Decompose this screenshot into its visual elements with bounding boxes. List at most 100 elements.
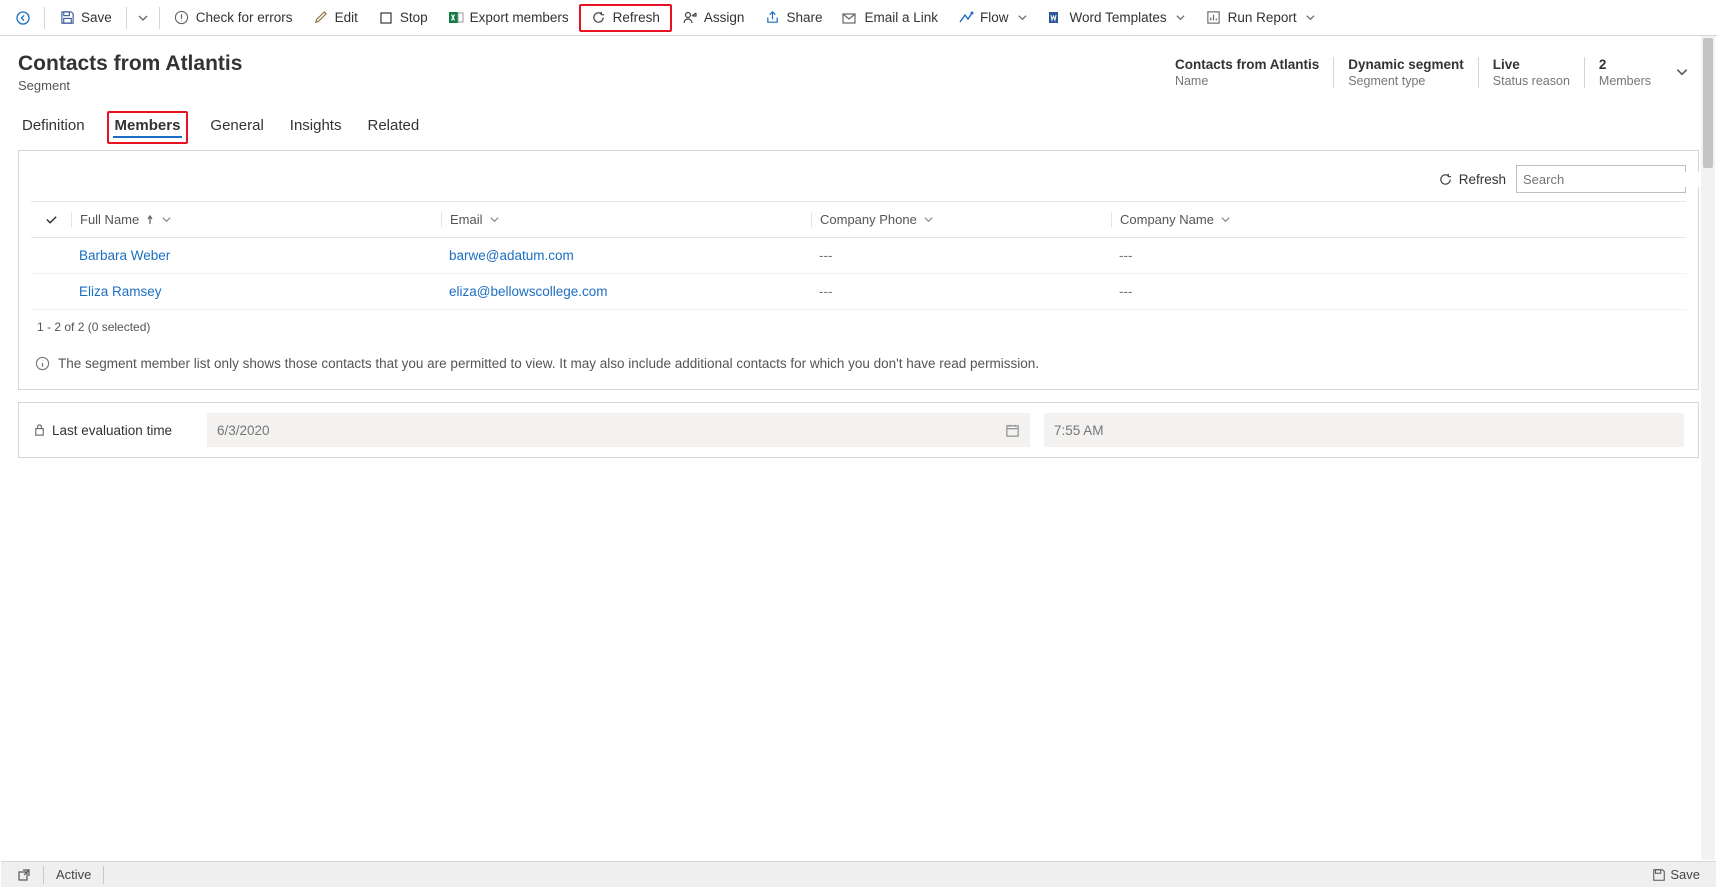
eval-label: Last evaluation time	[52, 423, 172, 438]
header-facts: Contacts from Atlantis Name Dynamic segm…	[1161, 57, 1699, 88]
back-button[interactable]	[6, 7, 40, 29]
evaluation-panel: Last evaluation time 6/3/2020 7:55 AM	[18, 402, 1699, 458]
eval-row: Last evaluation time 6/3/2020 7:55 AM	[33, 413, 1684, 447]
chevron-down-icon	[137, 12, 149, 24]
scrollbar-thumb[interactable]	[1703, 38, 1713, 168]
chevron-down-icon[interactable]	[489, 214, 500, 225]
fact-members: 2 Members	[1584, 57, 1665, 88]
panel-toolbar: Refresh	[31, 165, 1686, 193]
flow-icon	[958, 10, 974, 26]
sort-asc-icon	[145, 214, 155, 226]
fact-status: Live Status reason	[1478, 57, 1584, 88]
save-icon	[59, 10, 75, 26]
col-email[interactable]: Email	[441, 212, 811, 227]
save-icon	[1652, 868, 1666, 882]
company-value: ---	[1119, 284, 1133, 299]
info-icon	[35, 356, 50, 371]
share-label: Share	[786, 10, 822, 25]
header-expand[interactable]	[1665, 57, 1699, 79]
header-left: Contacts from Atlantis Segment	[18, 52, 242, 93]
check-errors-label: Check for errors	[196, 10, 293, 25]
back-icon	[16, 11, 30, 25]
run-report-button[interactable]: Run Report	[1196, 6, 1326, 30]
assign-button[interactable]: Assign	[672, 6, 755, 30]
export-members-label: Export members	[470, 10, 569, 25]
footer-save-button[interactable]: Save	[1644, 867, 1708, 882]
stop-button[interactable]: Stop	[368, 6, 438, 30]
command-bar: Save Check for errors Edit Stop Export m…	[0, 0, 1717, 36]
stop-icon	[378, 10, 394, 26]
separator	[44, 7, 45, 29]
eval-label-wrap: Last evaluation time	[33, 423, 193, 438]
select-all[interactable]	[31, 213, 71, 226]
tab-related[interactable]: Related	[363, 111, 423, 144]
edit-button[interactable]: Edit	[303, 6, 368, 30]
table-row[interactable]: Barbara Weber barwe@adatum.com --- ---	[31, 238, 1686, 274]
report-icon	[1206, 10, 1222, 26]
calendar-icon	[1005, 423, 1020, 438]
search-box[interactable]	[1516, 165, 1686, 193]
check-errors-button[interactable]: Check for errors	[164, 6, 303, 30]
contact-link[interactable]: Eliza Ramsey	[79, 284, 162, 299]
email-link[interactable]: eliza@bellowscollege.com	[449, 284, 608, 299]
status-bar: Active Save	[1, 861, 1716, 887]
permission-info: The segment member list only shows those…	[35, 356, 1682, 371]
chevron-down-icon	[1675, 65, 1689, 79]
tab-definition[interactable]: Definition	[18, 111, 89, 144]
col-fullname[interactable]: Full Name	[71, 212, 441, 227]
footer-save-label: Save	[1670, 867, 1700, 882]
email-link-button[interactable]: Email a Link	[832, 6, 948, 30]
flow-button[interactable]: Flow	[948, 6, 1038, 30]
flow-label: Flow	[980, 10, 1009, 25]
fact-name: Contacts from Atlantis Name	[1161, 57, 1333, 88]
excel-icon	[448, 10, 464, 26]
error-icon	[174, 10, 190, 26]
grid-refresh-button[interactable]: Refresh	[1438, 172, 1506, 187]
grid-header: Full Name Email Company Phone Company Na…	[31, 202, 1686, 238]
popout-button[interactable]	[9, 868, 39, 882]
tab-members[interactable]: Members	[107, 111, 189, 144]
lock-icon	[33, 423, 46, 437]
tab-general[interactable]: General	[206, 111, 267, 144]
permission-info-text: The segment member list only shows those…	[58, 356, 1039, 371]
email-link[interactable]: barwe@adatum.com	[449, 248, 574, 263]
grid-paging: 1 - 2 of 2 (0 selected)	[37, 320, 1680, 334]
separator	[43, 866, 44, 884]
share-button[interactable]: Share	[754, 6, 832, 30]
save-button[interactable]: Save	[49, 6, 122, 30]
eval-date-value: 6/3/2020	[217, 423, 270, 438]
contact-link[interactable]: Barbara Weber	[79, 248, 170, 263]
assign-label: Assign	[704, 10, 745, 25]
chevron-down-icon[interactable]	[1220, 214, 1231, 225]
assign-icon	[682, 10, 698, 26]
refresh-label: Refresh	[613, 10, 660, 25]
eval-time-value: 7:55 AM	[1054, 423, 1104, 438]
col-company[interactable]: Company Name	[1111, 212, 1650, 227]
chevron-down-icon	[1305, 12, 1316, 23]
vertical-scrollbar[interactable]	[1701, 36, 1715, 860]
chevron-down-icon[interactable]	[161, 214, 172, 225]
entity-label: Segment	[18, 78, 242, 93]
page-title: Contacts from Atlantis	[18, 52, 242, 76]
table-row[interactable]: Eliza Ramsey eliza@bellowscollege.com --…	[31, 274, 1686, 310]
record-header: Contacts from Atlantis Segment Contacts …	[0, 36, 1717, 101]
eval-time-field: 7:55 AM	[1044, 413, 1684, 447]
tab-insights[interactable]: Insights	[286, 111, 346, 144]
fact-type: Dynamic segment Segment type	[1333, 57, 1478, 88]
phone-value: ---	[819, 284, 833, 299]
separator	[103, 866, 104, 884]
search-input[interactable]	[1523, 172, 1699, 187]
word-templates-button[interactable]: Word Templates	[1038, 6, 1196, 30]
chevron-down-icon[interactable]	[923, 214, 934, 225]
popout-icon	[17, 868, 31, 882]
col-phone[interactable]: Company Phone	[811, 212, 1111, 227]
export-members-button[interactable]: Export members	[438, 6, 579, 30]
word-icon	[1048, 10, 1064, 26]
email-link-label: Email a Link	[864, 10, 938, 25]
chevron-down-icon	[1017, 12, 1028, 23]
refresh-icon	[1438, 172, 1453, 187]
separator	[126, 7, 127, 29]
save-dropdown[interactable]	[131, 8, 155, 28]
members-grid: Full Name Email Company Phone Company Na…	[31, 201, 1686, 310]
refresh-button[interactable]: Refresh	[579, 4, 672, 32]
